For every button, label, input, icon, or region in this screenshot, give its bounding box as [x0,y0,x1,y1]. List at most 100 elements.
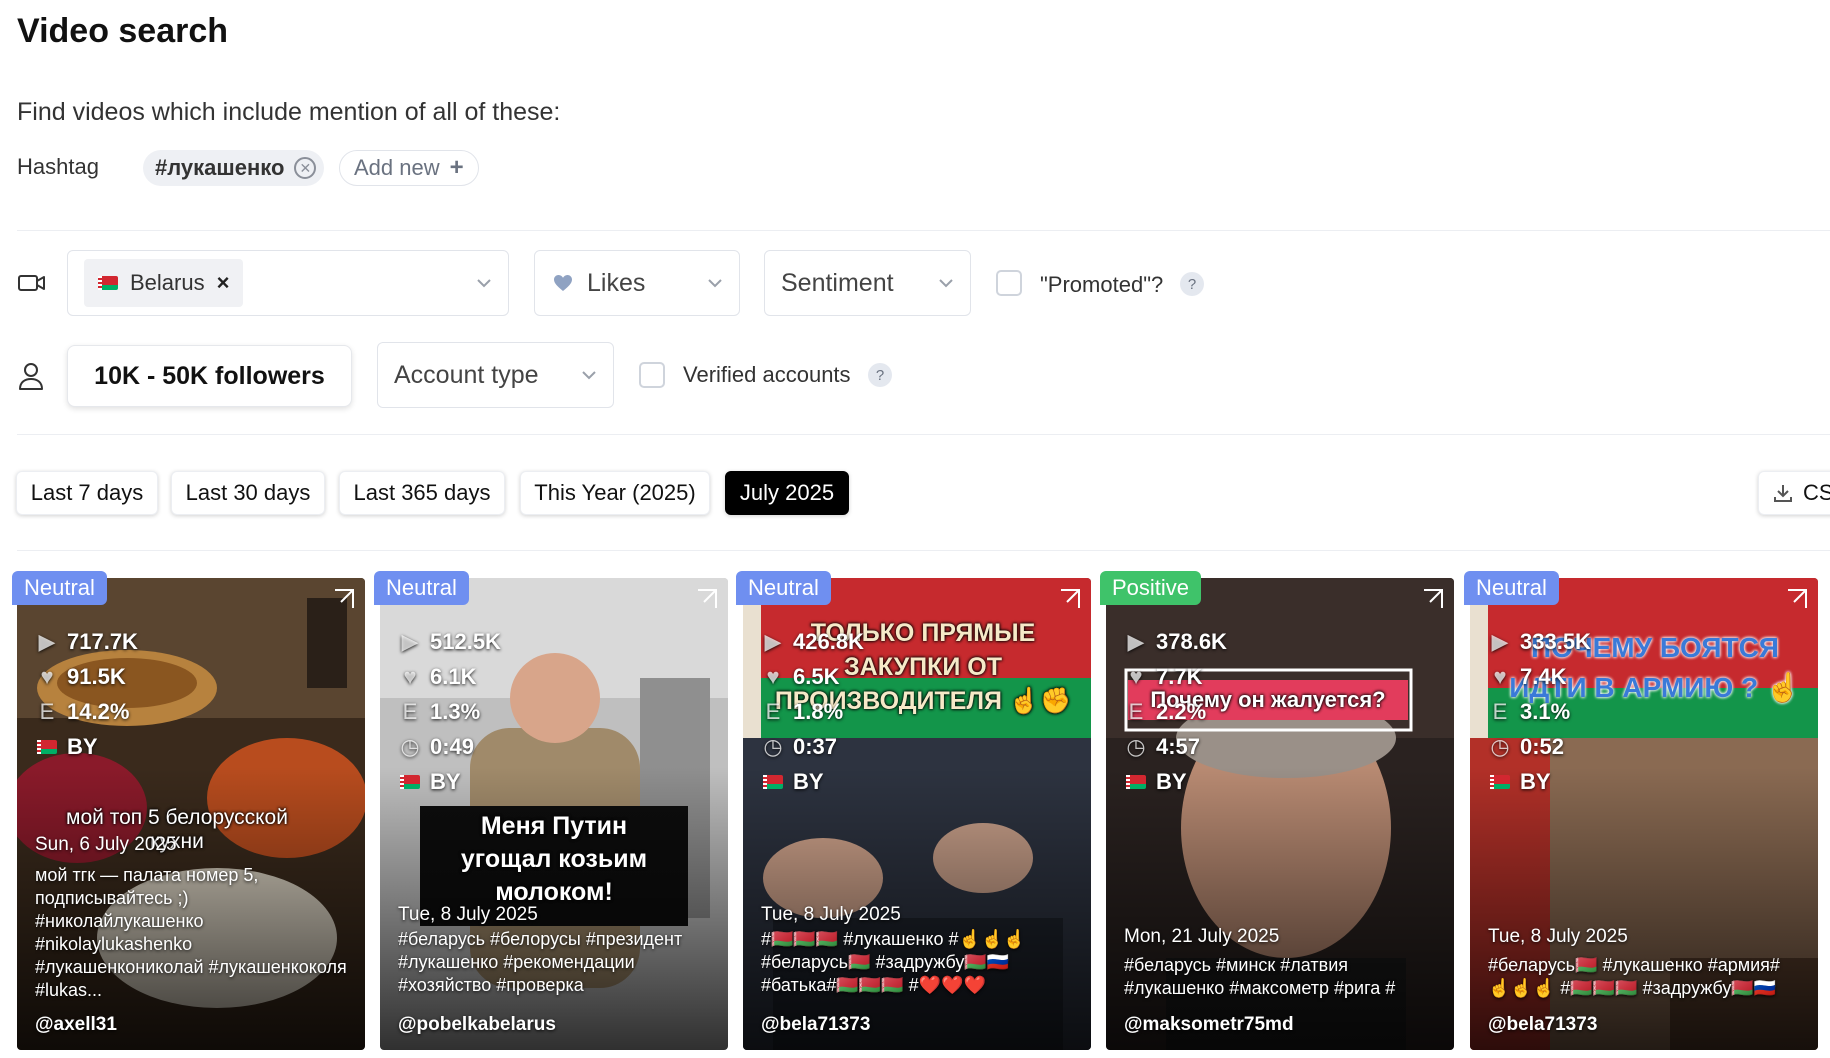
video-caption-overlay: Меня Путин угощал козьим молоком! [460,812,648,906]
expand-icon[interactable] [1422,588,1444,610]
hashtag-chip: #лукашенко ✕ [143,150,325,186]
expand-icon[interactable] [1059,588,1081,610]
user-icon [19,363,43,390]
remove-country-icon[interactable]: × [217,270,230,296]
duration: 0:49 [430,733,475,759]
country-chip-label: Belarus [130,270,205,295]
verified-help-icon[interactable]: ? [868,363,892,387]
expand-icon[interactable] [696,588,718,610]
video-author[interactable]: @pobelkabelarus [398,1014,556,1036]
date-range-last-365-days[interactable]: Last 365 days [339,471,505,515]
video-stats: ▶ 333.5K ♥ 7.4K E 3.1% ◷ 0:52 BY [1490,624,1591,799]
video-author[interactable]: @maksometr75md [1124,1014,1294,1036]
duration-stat: ◷ 0:52 [1490,729,1591,764]
likes-stat: ♥ 91.5K [37,659,138,694]
date-range-this-year[interactable]: This Year (2025) [520,471,710,515]
likes-count: 7.4K [1520,663,1567,689]
sentiment-badge: Positive [1100,571,1202,605]
video-card[interactable]: ▶ 512.5K ♥ 6.1K E 1.3% ◷ 0:49 BY Меня Путин … [380,578,728,1050]
country-select[interactable]: Belarus × [67,250,509,316]
belarus-flag-icon [1490,774,1510,789]
thumbnail-shade [1470,766,1818,1050]
engagement-rate: 1.8% [793,698,844,724]
engagement-icon: E [39,698,55,724]
sentiment-select-label: Sentiment [781,268,894,297]
video-camera-icon [18,275,45,291]
engagement-stat: E 3.1% [1490,694,1591,729]
verified-checkbox[interactable] [639,362,665,388]
promoted-help-icon[interactable]: ? [1180,272,1204,296]
video-date: Tue, 8 July 2025 [761,904,901,925]
country-chip: Belarus × [84,259,244,307]
duration-stat: ◷ 0:37 [763,729,864,764]
sentiment-badge: Neutral [12,571,107,605]
belarus-flag-icon [98,276,118,290]
video-stats: ▶ 717.7K ♥ 91.5K E 14.2% BY [37,624,138,764]
video-date: Tue, 8 July 2025 [1488,926,1628,947]
duration: 0:52 [1520,733,1565,759]
heart-icon: ♥ [1129,663,1143,689]
verified-label: Verified accounts [683,362,851,387]
plays-stat: ▶ 717.7K [37,624,138,659]
promoted-label: "Promoted"? [1040,272,1164,297]
play-icon: ▶ [764,628,782,654]
search-intro-text: Find videos which include mention of all… [17,98,561,126]
clock-icon: ◷ [763,733,783,759]
date-range-last-30-days[interactable]: Last 30 days [171,471,325,515]
likes-count: 6.1K [430,663,477,689]
video-description: #беларусь🇧🇾 #лукашенко #армия# ☝️☝️☝️ #🇧… [1488,955,1780,998]
engagement-stat: E 2.2% [1126,694,1227,729]
video-card[interactable]: ▶ 717.7K ♥ 91.5K E 14.2% BY мой топ 5 белор… [17,578,365,1050]
play-icon: ▶ [38,628,56,654]
export-csv-button[interactable]: CS [1758,471,1830,515]
account-type-label: Account type [394,360,539,389]
video-author[interactable]: @axell31 [35,1014,117,1036]
video-card[interactable]: ТОЛЬКО ПРЯМЫЕ ЗАКУПКИ ОТ ПРОИЗВОДИТЕЛЯ ☝… [743,578,1091,1050]
video-author[interactable]: @bela71373 [761,1014,870,1036]
account-type-select[interactable]: Account type [377,342,614,408]
engagement-icon: E [402,698,418,724]
video-card[interactable]: ПОЧЕМУ БОЯТСЯ ИДТИ В АРМИЮ ? ☝️ ▶ 333.5K … [1470,578,1818,1050]
engagement-rate: 3.1% [1520,698,1571,724]
heart-icon [554,275,572,291]
video-stats: ▶ 426.8K ♥ 6.5K E 1.8% ◷ 0:37 BY [763,624,864,799]
sentiment-badge: Neutral [374,571,469,605]
country-code: BY [67,733,98,759]
engagement-stat: E 1.3% [400,694,501,729]
country-code: BY [1520,768,1551,794]
video-date: Mon, 21 July 2025 [1124,926,1280,947]
plays-stat: ▶ 426.8K [763,624,864,659]
promoted-checkbox[interactable] [996,270,1022,296]
likes-count: 7.7K [1156,663,1203,689]
likes-stat: ♥ 6.1K [400,659,501,694]
video-date: Sun, 6 July 2025 [35,834,177,855]
duration-stat: ◷ 4:57 [1126,729,1227,764]
video-card[interactable]: Почему он жалуется? ▶ 378.6K ♥ 7.7K E 2.2% … [1106,578,1454,1050]
date-range-july-2025[interactable]: July 2025 [725,471,849,515]
sentiment-select[interactable]: Sentiment [764,250,971,316]
add-hashtag-button[interactable]: Add new + [339,150,479,186]
likes-select-label: Likes [587,268,646,297]
divider [17,434,1830,435]
sentiment-badge: Neutral [1464,571,1559,605]
likes-count: 91.5K [67,663,126,689]
add-hashtag-label: Add new [354,155,440,180]
engagement-rate: 2.2% [1156,698,1207,724]
plays-stat: ▶ 512.5K [400,624,501,659]
likes-stat: ♥ 7.4K [1490,659,1591,694]
plays-count: 717.7K [67,628,138,654]
hashtag-chip-label: #лукашенко [155,155,285,180]
video-stats: ▶ 378.6K ♥ 7.7K E 2.2% ◷ 4:57 BY [1126,624,1227,799]
belarus-flag-icon [1126,774,1146,789]
likes-select[interactable]: Likes [534,250,740,316]
expand-icon[interactable] [1786,588,1808,610]
engagement-icon: E [1128,698,1144,724]
download-icon [1774,485,1792,502]
remove-hashtag-icon[interactable]: ✕ [294,157,317,179]
expand-icon[interactable] [333,588,355,610]
country-code: BY [1156,768,1187,794]
followers-range-button[interactable]: 10K - 50K followers [67,345,352,407]
video-author[interactable]: @bela71373 [1488,1014,1597,1036]
plays-count: 333.5K [1520,628,1591,654]
date-range-last-7-days[interactable]: Last 7 days [16,471,158,515]
